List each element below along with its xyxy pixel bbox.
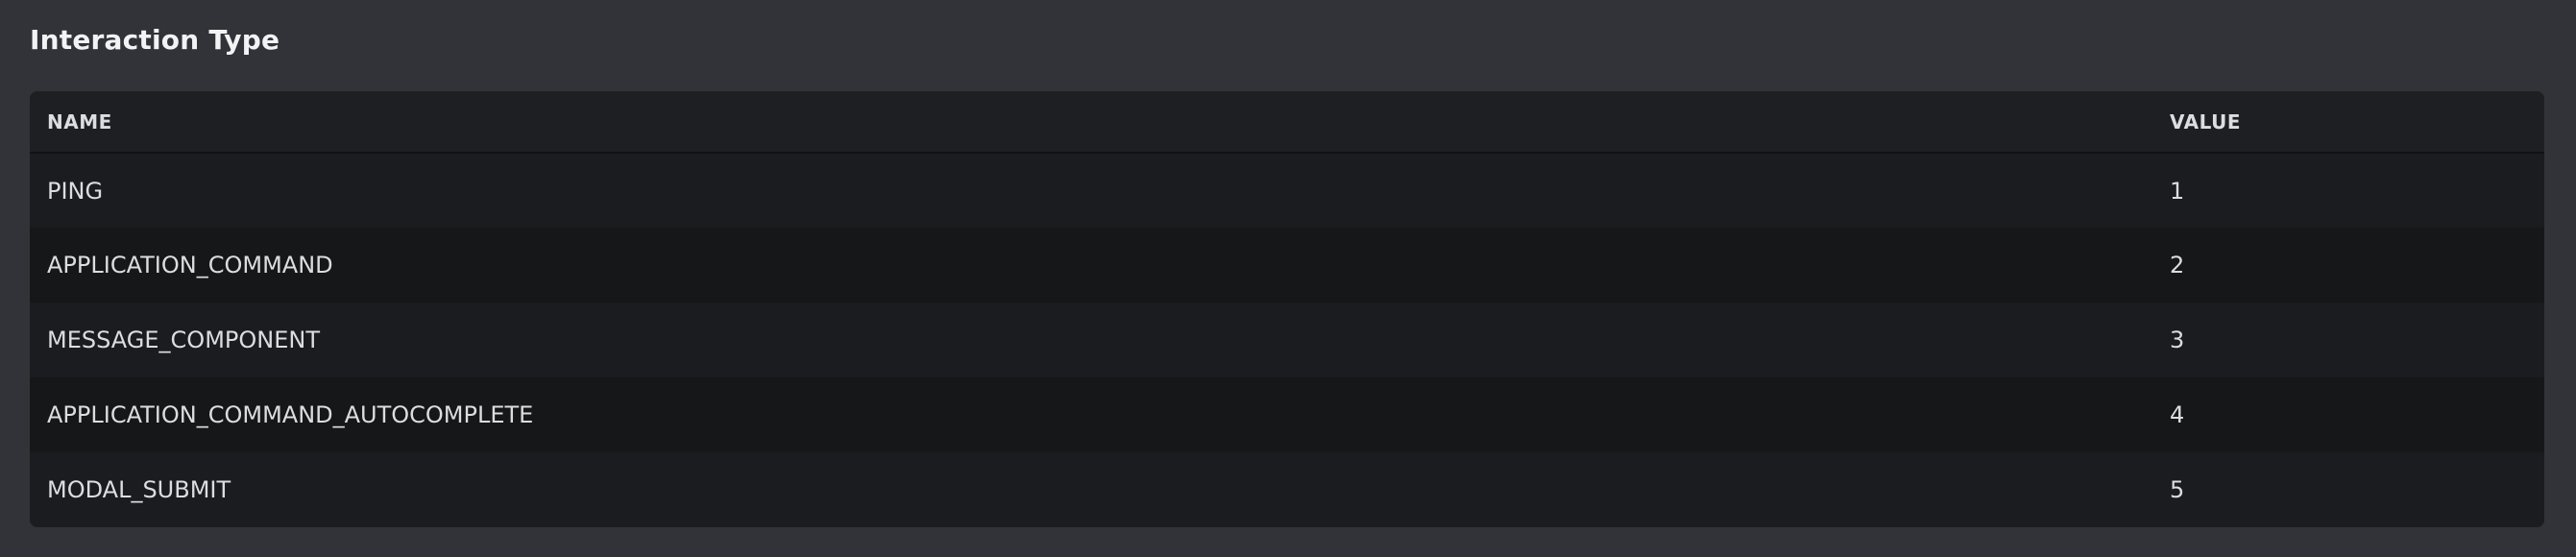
table-row: MODAL_SUBMIT 5: [30, 452, 2544, 527]
enum-table: NAME VALUE PING 1 APPLICATION_COMMAND 2 …: [30, 91, 2544, 527]
table-body: PING 1 APPLICATION_COMMAND 2 MESSAGE_COM…: [30, 153, 2544, 527]
table-header: NAME VALUE: [30, 91, 2544, 153]
row-value-cell: 4: [2170, 401, 2185, 428]
row-value-cell: 1: [2170, 177, 2185, 205]
docs-section: Interaction Type NAME VALUE PING 1 APPLI…: [0, 0, 2576, 557]
row-name-cell: APPLICATION_COMMAND_AUTOCOMPLETE: [47, 401, 534, 428]
row-name-cell: PING: [47, 177, 104, 205]
table-header-row: NAME VALUE: [30, 91, 2544, 153]
table-row: APPLICATION_COMMAND 2: [30, 228, 2544, 303]
section-title: Interaction Type: [30, 24, 280, 56]
row-name-cell: MESSAGE_COMPONENT: [47, 327, 320, 353]
row-value-cell: 5: [2170, 476, 2185, 503]
column-header-name: NAME: [47, 109, 112, 133]
interaction-type-table: NAME VALUE PING 1 APPLICATION_COMMAND 2 …: [30, 91, 2544, 527]
table-row: APPLICATION_COMMAND_AUTOCOMPLETE 4: [30, 377, 2544, 452]
row-name-cell: APPLICATION_COMMAND: [47, 252, 333, 278]
row-name-cell: MODAL_SUBMIT: [47, 476, 231, 503]
row-value-cell: 3: [2170, 327, 2185, 353]
table-row: MESSAGE_COMPONENT 3: [30, 303, 2544, 377]
row-value-cell: 2: [2170, 252, 2185, 278]
column-header-value: VALUE: [2170, 109, 2242, 133]
table-row: PING 1: [30, 153, 2544, 228]
